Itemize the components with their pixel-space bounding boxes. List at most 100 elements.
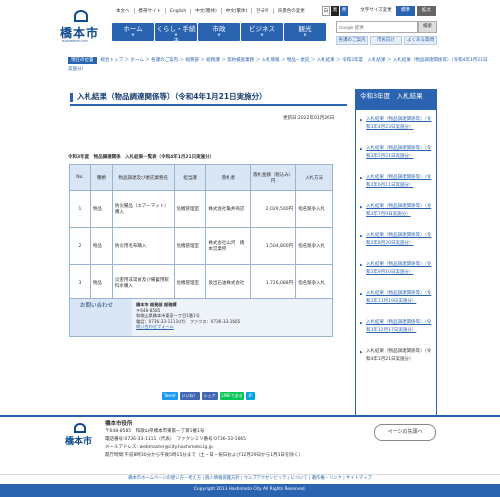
copyright: Copyright 2013 Hashimoto City All Rights…: [0, 484, 500, 497]
side-menu-item[interactable]: 入札結果（物品調達関係等）（令和3年4月23日実施分）: [360, 116, 433, 145]
cell: 防災用毛布購入: [111, 227, 175, 265]
search-button[interactable]: 検索: [418, 21, 437, 33]
table-row: 2 物品 防災用毛布購入 危機管理室 株式会社山河 橋本営業所 1,504,800円 指名競…: [69, 227, 333, 265]
skip-link[interactable]: 本文へ: [112, 8, 135, 14]
bg-blue-button[interactable]: 青: [340, 6, 348, 16]
results-table: No. 種類 物品調達及び委託業務名 担当課 落札者 落札金額（税込み）円 入札…: [69, 164, 333, 302]
bg-white-button[interactable]: 白: [322, 6, 330, 16]
footer-links[interactable]: 橋本市ホームページの使い方・考え方 | 個人情報保護方針 | ウェブアクセシビリ…: [0, 474, 500, 482]
page-title: 入札結果（物品調達関係等）（令和4年1月21日実施分）: [70, 91, 347, 106]
utility-links: 本文へ 携帯サイト English 中文(簡体) 中文(繁体) 한국어 背景色の…: [112, 6, 309, 16]
side-menu-item[interactable]: 入札結果（物品調達関係等）（令和3年11月19日実施分）: [360, 290, 433, 319]
side-menu-title: 令和3年度 入札結果: [356, 90, 436, 110]
fb-share-button[interactable]: シェア: [201, 392, 218, 400]
footer-address: 〒648-8585 和歌山県橋本市東家一丁目1番1号: [105, 429, 205, 434]
side-menu-item[interactable]: 入札結果（物品調達関係等）（令和3年5月21日実施分）: [360, 145, 433, 174]
cell: 株式会社亀井商店: [205, 190, 252, 228]
side-menu-item[interactable]: 入札結果（物品調達関係等）（令和3年8月20日実施分）: [360, 232, 433, 261]
hatena-button[interactable]: B!: [246, 392, 255, 400]
table-row: 1 物品 防災備品（エアーマット）購入 危機管理室 株式会社亀井商店 2,029,500円…: [69, 190, 333, 228]
chinese-t-link[interactable]: 中文(繁体): [222, 8, 253, 14]
logo-mark-icon: [74, 10, 88, 22]
chinese-s-link[interactable]: 中文(簡体): [191, 8, 222, 14]
inquiry-body: 橋本市 総務部 総務課 〒648-8585 和歌山県橋本市東家一丁目1番1号 電…: [136, 302, 240, 330]
bg-black-button[interactable]: 黒: [331, 6, 339, 16]
mobile-link[interactable]: 携帯サイト: [135, 8, 166, 14]
breadcrumb-here: 現在の位置: [68, 57, 97, 64]
col-amount: 落札金額（税込み）円: [250, 164, 297, 191]
nav-tourism[interactable]: 観光: [284, 23, 326, 41]
cell: 指名競争入札: [295, 264, 333, 302]
cell: 危機管理室: [173, 264, 207, 302]
cell: 災害用非常食及び備蓄用飲料水購入: [111, 264, 175, 302]
quick-faq-button[interactable]: よくある質問: [404, 36, 437, 45]
cell: 指名競争入札: [295, 227, 333, 265]
col-dept: 担当課: [173, 164, 207, 191]
korean-link[interactable]: 한국어: [252, 8, 274, 14]
side-menu-item[interactable]: 入札結果（物品調達関係等）（令和3年7月9日実施分）: [360, 203, 433, 232]
quick-citizen-button[interactable]: 市民向け: [370, 36, 402, 45]
cell: 1: [69, 190, 91, 228]
col-item: 物品調達及び委託業務名: [111, 164, 175, 191]
footer-logo-mark-icon: [74, 423, 86, 433]
font-large-button[interactable]: 拡大: [417, 6, 436, 16]
inquiry-box: お問い合わせ 橋本市 総務部 総務課 〒648-8585 和歌山県橋本市東家一丁…: [69, 298, 333, 337]
cell: 指名競争入札: [295, 190, 333, 228]
share-buttons: Tweet いいね！ シェア LINEで送る B!: [162, 392, 255, 400]
col-winner: 落札者: [205, 164, 252, 191]
cell: 物品: [89, 190, 113, 228]
cell: 危機管理室: [173, 190, 207, 228]
page-title-text: 入札結果（物品調達関係等）（令和4年1月21日実施分）: [77, 92, 267, 101]
cell: 物品: [89, 264, 113, 302]
font-size-label: 文字サイズ変更: [360, 8, 392, 13]
cell: 2,029,500円: [250, 190, 297, 228]
bg-label: 背景色の変更: [277, 9, 305, 14]
footer-office-name: 橋本市役所: [105, 421, 133, 427]
col-no: No.: [69, 164, 91, 191]
like-button[interactable]: いいね！: [179, 392, 200, 400]
inquiry-form-link[interactable]: 問い合わせフォーム: [136, 324, 240, 330]
site-logo[interactable]: 橋本市 HASHIMOTO CITY: [58, 10, 104, 44]
cell: 坂出石油株式会社: [205, 264, 252, 302]
table-row: 3 物品 災害用非常食及び備蓄用飲料水購入 危機管理室 坂出石油株式会社 1,726,08…: [69, 264, 333, 302]
logo-sub: HASHIMOTO CITY: [62, 39, 89, 43]
footer-logo: 橋本市: [63, 423, 99, 451]
nav-home[interactable]: ホーム: [112, 23, 154, 41]
breadcrumb: 現在の位置 総合トップ ＞ ホーム ＞ 各課のご案内 ＞ 総務部 ＞ 総務課 ＞ …: [68, 56, 488, 74]
cell: 1,726,088円: [250, 264, 297, 302]
page-top-button[interactable]: ページの先頭へ: [374, 424, 436, 441]
footer-hours: 開庁時間:午前8時30分から午後5時15分まで（土・日・祝日および12月29日か…: [105, 453, 303, 458]
global-nav: ホーム くらし・手続き 市政 ビジネス 観光: [112, 23, 326, 45]
cell: 2: [69, 227, 91, 265]
side-menu-item[interactable]: 入札結果（物品調達関係等）（令和3年9月10日実施分）: [360, 261, 433, 290]
quick-dept-button[interactable]: 各課のご案内: [336, 36, 368, 45]
side-menu: 令和3年度 入札結果 入札結果（物品調達関係等）（令和3年4月23日実施分） 入…: [355, 89, 437, 462]
intro-text: 令和3年度 物品調達関係 入札結果一覧表（令和4年1月21日実施分）: [68, 155, 215, 160]
nav-business[interactable]: ビジネス: [241, 23, 283, 41]
footer-info: 橋本市役所 〒648-8585 和歌山県橋本市東家一丁目1番1号 電話番号:07…: [105, 420, 303, 460]
side-menu-item[interactable]: 入札結果（物品調達関係等）（令和3年12月17日実施分）: [360, 319, 433, 348]
cell: 危機管理室: [173, 227, 207, 265]
search-input[interactable]: [336, 21, 418, 33]
side-menu-item[interactable]: 入札結果（物品調達関係等）（令和3年6月11日実施分）: [360, 174, 433, 203]
footer-logo-name: 橋本市: [65, 437, 93, 447]
breadcrumb-path[interactable]: 総合トップ ＞ ホーム ＞ 各課のご案内 ＞ 総務部 ＞ 総務課 ＞ 契約検査業…: [68, 58, 488, 72]
site-header: 橋本市 HASHIMOTO CITY 本文へ 携帯サイト English 中文(…: [0, 0, 500, 57]
font-normal-button[interactable]: 標準: [396, 6, 415, 16]
tweet-button[interactable]: Tweet: [162, 392, 178, 400]
cell: 3: [69, 264, 91, 302]
updated-date: 更新日:2022年01月26日: [283, 116, 335, 121]
nav-city[interactable]: 市政: [198, 23, 240, 41]
col-type: 種類: [89, 164, 113, 191]
inquiry-label: お問い合わせ: [70, 299, 132, 336]
cell: 1,504,800円: [250, 227, 297, 265]
footer-email[interactable]: メールアドレス: webmaster@city.hashimoto.lg.jp: [105, 444, 303, 452]
side-menu-item-current: 入札結果（物品調達関係等）（令和4年1月21日実施分）: [360, 348, 433, 377]
nav-life[interactable]: くらし・手続き: [155, 23, 197, 45]
line-button[interactable]: LINEで送る: [219, 392, 245, 400]
footer-phone: 電話番号:0736-33-1111（代表） ファクシミリ番号:0736-33-1…: [105, 437, 247, 442]
table-header-row: No. 種類 物品調達及び委託業務名 担当課 落札者 落札金額（税込み）円 入札…: [69, 164, 333, 191]
english-link[interactable]: English: [166, 8, 192, 14]
cell: 防災備品（エアーマット）購入: [111, 190, 175, 228]
col-method: 入札方法: [295, 164, 333, 191]
